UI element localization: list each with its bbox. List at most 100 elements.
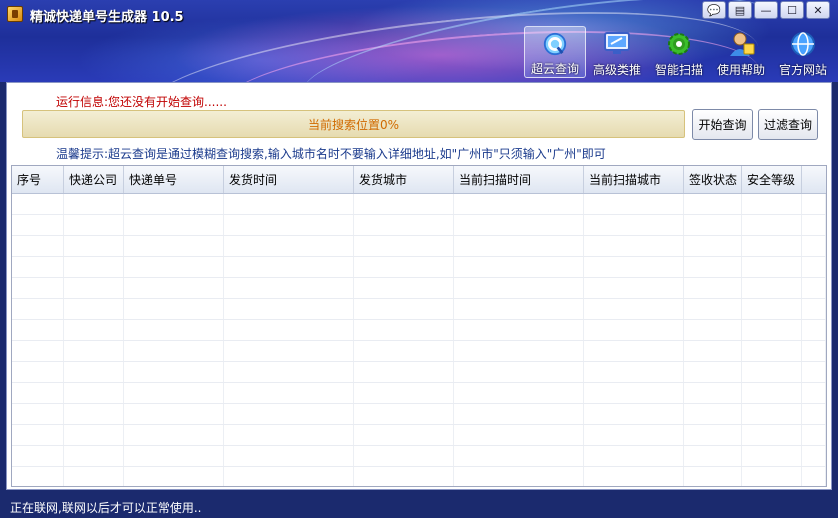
column-header[interactable]: 安全等级 [742, 166, 802, 193]
table-cell [12, 236, 64, 256]
table-row [12, 404, 826, 425]
minimize-button[interactable]: — [754, 1, 778, 19]
table-cell [124, 215, 224, 235]
column-header[interactable]: 发货城市 [354, 166, 454, 193]
close-button[interactable]: ✕ [806, 1, 830, 19]
table-cell [802, 341, 826, 361]
table-cell [124, 257, 224, 277]
table-cell [802, 320, 826, 340]
table-cell [124, 404, 224, 424]
main-panel: 运行信息:您还没有开始查询...... 当前搜索位置0% 开始查询 过滤查询 温… [6, 82, 832, 490]
table-row [12, 299, 826, 320]
table-cell [454, 362, 584, 382]
table-cell [454, 341, 584, 361]
table-cell [454, 236, 584, 256]
table-cell [124, 341, 224, 361]
toolbar-official-site[interactable]: 官方网站 [772, 26, 834, 78]
column-header[interactable]: 签收状态 [684, 166, 742, 193]
table-cell [64, 383, 124, 403]
table-cell [742, 404, 802, 424]
table-cell [354, 362, 454, 382]
table-cell [584, 383, 684, 403]
table-cell [454, 404, 584, 424]
table-row [12, 236, 826, 257]
table-cell [584, 236, 684, 256]
table-cell [584, 215, 684, 235]
table-cell [584, 341, 684, 361]
feedback-button[interactable]: 💬 [702, 1, 726, 19]
results-table[interactable]: 序号 快递公司 快递单号 发货时间 发货城市 当前扫描时间 当前扫描城市 签收状… [11, 165, 827, 487]
skin-button[interactable]: ▤ [728, 1, 752, 19]
table-cell [12, 467, 64, 486]
column-header[interactable]: 当前扫描时间 [454, 166, 584, 193]
table-cell [684, 194, 742, 214]
column-header[interactable]: 发货时间 [224, 166, 354, 193]
table-cell [64, 425, 124, 445]
table-cell [584, 446, 684, 466]
help-user-icon [730, 32, 755, 56]
maximize-button[interactable]: ☐ [780, 1, 804, 19]
table-cell [64, 341, 124, 361]
table-cell [354, 446, 454, 466]
table-cell [12, 278, 64, 298]
window-title: 精诚快递单号生成器 10.5 [30, 10, 184, 25]
toolbar-advanced-inference[interactable]: 高级类推 [586, 26, 648, 78]
table-cell [224, 404, 354, 424]
column-header[interactable]: 快递公司 [64, 166, 124, 193]
table-cell [684, 236, 742, 256]
table-cell [354, 215, 454, 235]
table-cell [802, 278, 826, 298]
table-cell [12, 194, 64, 214]
column-header[interactable]: 序号 [12, 166, 64, 193]
table-header: 序号 快递公司 快递单号 发货时间 发货城市 当前扫描时间 当前扫描城市 签收状… [12, 166, 826, 194]
table-row [12, 341, 826, 362]
run-info-label: 运行信息: [56, 95, 109, 109]
table-cell [354, 383, 454, 403]
table-cell [224, 299, 354, 319]
table-cell [124, 278, 224, 298]
table-cell [742, 467, 802, 486]
run-info: 运行信息:您还没有开始查询...... [56, 93, 227, 110]
table-cell [354, 299, 454, 319]
table-cell [224, 467, 354, 486]
table-cell [64, 467, 124, 486]
filter-query-button[interactable]: 过滤查询 [758, 109, 818, 140]
globe-icon [791, 32, 815, 56]
toolbar-help[interactable]: 使用帮助 [710, 26, 772, 78]
toolbar-smart-scan[interactable]: 智能扫描 [648, 26, 710, 78]
table-cell [742, 278, 802, 298]
table-cell [354, 278, 454, 298]
table-cell [224, 278, 354, 298]
table-cell [12, 362, 64, 382]
table-cell [354, 320, 454, 340]
table-row [12, 215, 826, 236]
table-cell [584, 404, 684, 424]
table-cell [124, 320, 224, 340]
table-cell [354, 257, 454, 277]
gear-icon [668, 33, 690, 55]
table-cell [742, 194, 802, 214]
toolbar-label: 超云查询 [530, 62, 579, 76]
column-header[interactable]: 当前扫描城市 [584, 166, 684, 193]
status-bar-text: 正在联网,联网以后才可以正常使用.. [10, 500, 202, 515]
table-cell [124, 236, 224, 256]
table-cell [12, 257, 64, 277]
table-cell [64, 446, 124, 466]
table-cell [802, 383, 826, 403]
table-cell [454, 299, 584, 319]
table-cell [64, 257, 124, 277]
table-cell [684, 320, 742, 340]
table-cell [454, 194, 584, 214]
table-cell [742, 425, 802, 445]
table-cell [354, 425, 454, 445]
table-cell [12, 404, 64, 424]
table-cell [224, 215, 354, 235]
table-cell [684, 425, 742, 445]
table-cell [124, 425, 224, 445]
table-cell [454, 467, 584, 486]
start-query-button[interactable]: 开始查询 [692, 109, 753, 140]
column-header[interactable]: 快递单号 [124, 166, 224, 193]
toolbar-cloud-search[interactable]: 超云查询 [524, 26, 586, 78]
table-cell [354, 236, 454, 256]
table-row [12, 194, 826, 215]
